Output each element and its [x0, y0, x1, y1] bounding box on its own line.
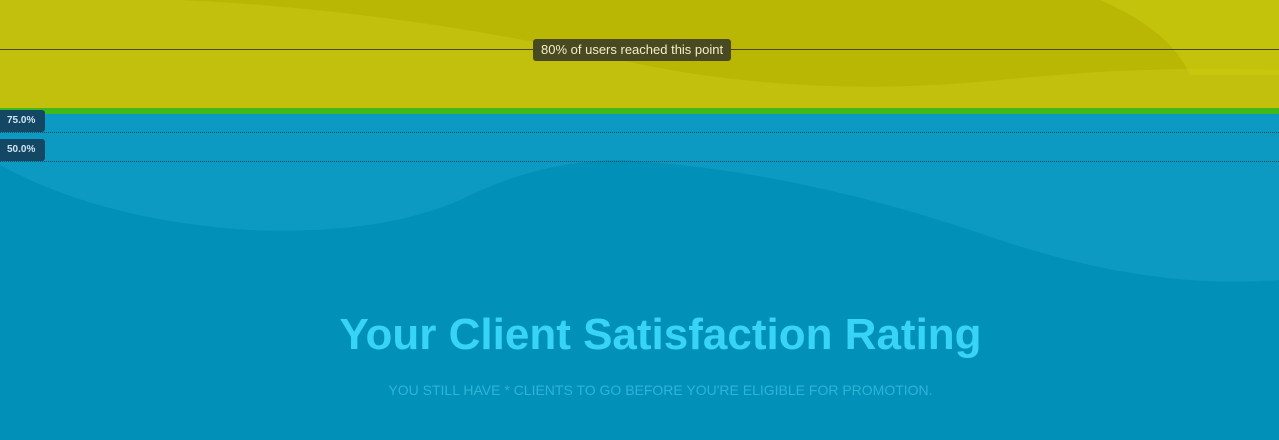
threshold-line-75	[0, 132, 1279, 133]
promotion-subtitle: YOU STILL HAVE * CLIENTS TO GO BEFORE YO…	[388, 382, 933, 398]
threshold-label-75: 75.0%	[0, 110, 45, 132]
threshold-label-50: 50.0%	[0, 139, 45, 161]
background-waves	[0, 0, 1279, 440]
threshold-line-50	[0, 161, 1279, 162]
reached-tooltip: 80% of users reached this point	[533, 39, 732, 61]
page-title: Your Client Satisfaction Rating	[339, 310, 982, 359]
